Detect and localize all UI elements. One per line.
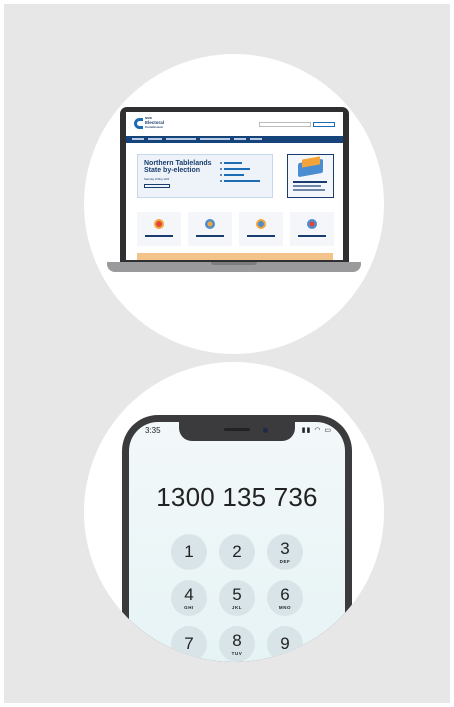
- site-logo: NSW Electoral Commission: [145, 116, 185, 129]
- phone-notch: [179, 422, 295, 441]
- site-header: NSW Electoral Commission: [126, 112, 343, 133]
- keypad-key-3[interactable]: 3 DEF: [267, 534, 303, 570]
- phone-screen: 3:35 ▮▮ ◠ ▭ 1300 135 736 1 2 3 DEF 4 GHI…: [129, 422, 345, 662]
- hero-button: [144, 184, 170, 188]
- camera-icon: [263, 428, 268, 433]
- website-illustration-circle: NSW Electoral Commission Northern Tablel…: [84, 54, 384, 354]
- promo-card: [287, 154, 334, 198]
- hero-panel: Northern Tablelands State by-election Sa…: [137, 154, 273, 198]
- checklist-icon: [256, 219, 266, 229]
- logo-sub-text: Commission: [145, 125, 164, 129]
- hero-date: Saturday 19 May 2023: [144, 178, 170, 181]
- laptop-hinge-notch: [211, 262, 257, 265]
- keypad-key-1[interactable]: 1: [171, 534, 207, 570]
- electoral-logo-icon: [134, 118, 143, 129]
- dialed-number: 1300 135 736: [156, 482, 318, 512]
- phone-illustration-circle: 3:35 ▮▮ ◠ ▭ 1300 135 736 1 2 3 DEF 4 GHI…: [84, 362, 384, 662]
- heart-icon: [154, 219, 164, 229]
- keypad-key-5[interactable]: 5 JKL: [219, 580, 255, 616]
- phone-body: 3:35 ▮▮ ◠ ▭ 1300 135 736 1 2 3 DEF 4 GHI…: [122, 415, 352, 662]
- keypad-key-4[interactable]: 4 GHI: [171, 580, 207, 616]
- keypad-key-9[interactable]: 9: [267, 626, 303, 662]
- service-card: [290, 212, 334, 246]
- speaker-icon: [224, 428, 250, 431]
- site-search-button: [313, 122, 335, 127]
- person-icon: [205, 219, 215, 229]
- laptop-lid: NSW Electoral Commission Northern Tablel…: [120, 107, 349, 262]
- background-panel: NSW Electoral Commission Northern Tablel…: [4, 4, 450, 703]
- status-icons: ▮▮ ◠ ▭: [301, 427, 332, 434]
- service-card: [188, 212, 232, 246]
- hero-title: Northern Tablelands State by-election: [144, 160, 212, 174]
- status-time: 3:35: [145, 426, 161, 435]
- laptop-screen: NSW Electoral Commission Northern Tablel…: [126, 112, 343, 260]
- keypad-key-8[interactable]: 8 TUV: [219, 626, 255, 662]
- service-card: [239, 212, 283, 246]
- people-icon: [307, 219, 317, 229]
- keypad-key-7[interactable]: 7: [171, 626, 207, 662]
- site-nav-bar: [126, 136, 343, 143]
- keypad-key-2[interactable]: 2: [219, 534, 255, 570]
- keypad-key-6[interactable]: 6 MNO: [267, 580, 303, 616]
- footer-strip: [137, 253, 333, 260]
- service-card: [137, 212, 181, 246]
- site-search-input: [259, 122, 311, 127]
